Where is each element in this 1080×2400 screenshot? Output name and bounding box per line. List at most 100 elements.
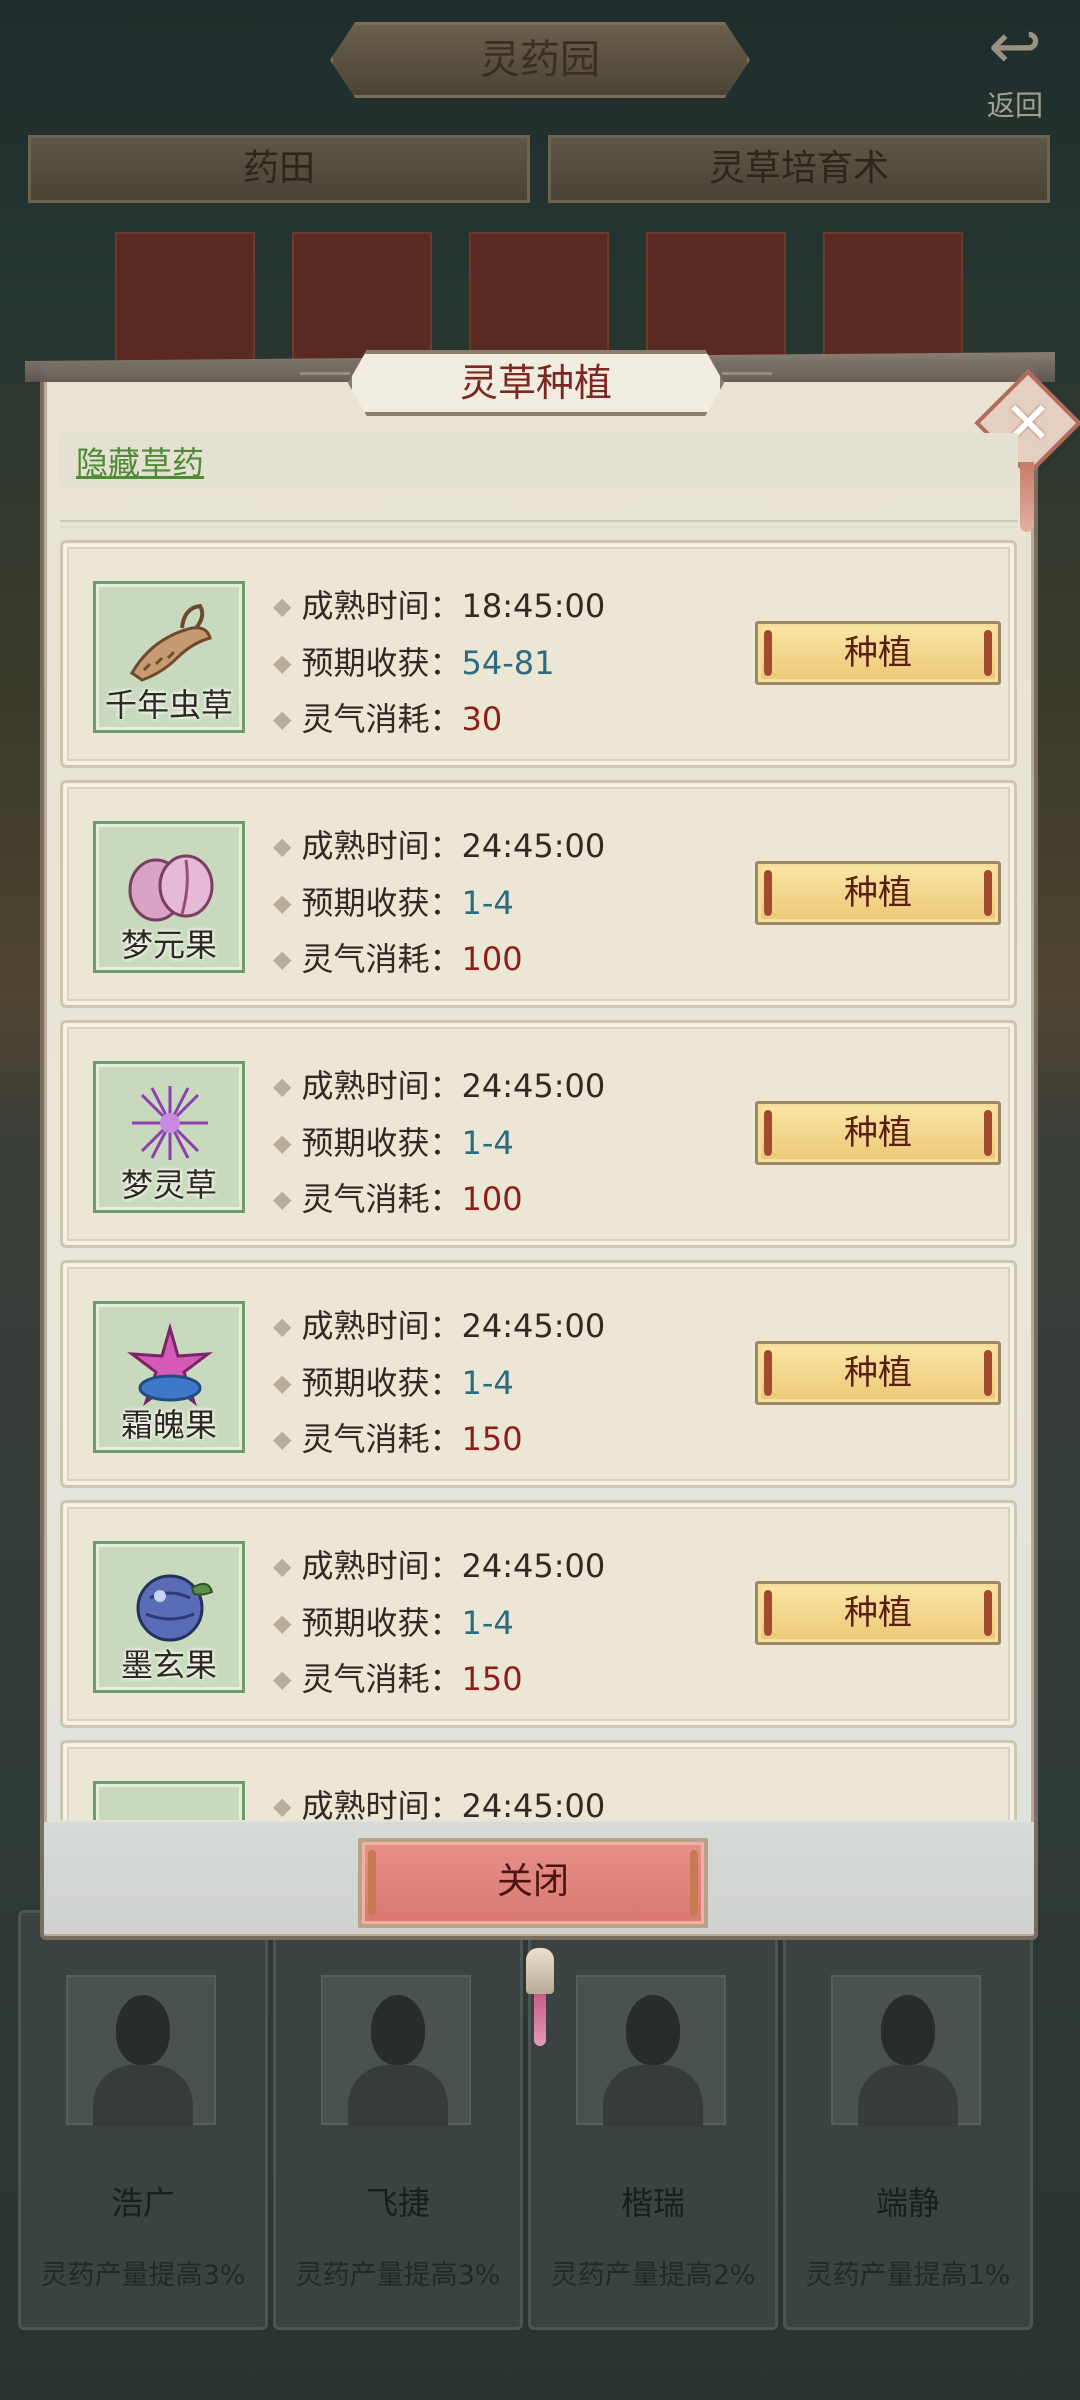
back-label: 返回 [986, 89, 1043, 122]
diamond-bullet-icon: ◆ [273, 1792, 292, 1820]
maturity-time-label: 成熟时间： [301, 1787, 462, 1820]
expected-harvest-value: 1-4 [461, 884, 514, 922]
maturity-time-label: 成熟时间： [301, 827, 462, 865]
qi-cost-value: 100 [461, 940, 523, 978]
back-button[interactable]: ↩ 返回 [960, 10, 1070, 122]
herb-card: 梦元果 ◆ 成熟时间：24:45:00 ◆ 预期收获：1-4 ◆ 灵气消耗：100 种… [60, 780, 1017, 1008]
diamond-bullet-icon: ◆ [273, 649, 292, 677]
qi-cost-row: ◆ 灵气消耗：100 [273, 934, 523, 980]
disciple-buff: 灵药产量提高2% [550, 2260, 756, 2291]
herb-plot[interactable] [292, 232, 432, 362]
diamond-bullet-icon: ◆ [273, 592, 292, 620]
title-ornament-left [300, 372, 350, 392]
maturity-time-label: 成熟时间： [301, 1547, 462, 1585]
maturity-time-value: 24:45:00 [461, 827, 606, 865]
expected-harvest-label: 预期收获： [301, 1364, 462, 1402]
herb-plot[interactable] [823, 232, 963, 362]
maturity-time-row: ◆ 成熟时间：24:45:00 [273, 1541, 605, 1587]
herb-name: 千年虫草 [104, 686, 233, 724]
qi-cost-row: ◆ 灵气消耗：100 [273, 1174, 523, 1220]
herb-name: 墨玄果 [120, 1646, 217, 1684]
plant-button[interactable]: 种植 [755, 621, 1001, 685]
qi-cost-row: ◆ 灵气消耗：30 [273, 694, 502, 740]
back-arrow-icon: ↩ [988, 10, 1042, 84]
plant-button[interactable]: 种植 [755, 1341, 1001, 1405]
expected-harvest-row: ◆ 预期收获：54-81 [273, 638, 554, 684]
disciple-portrait [66, 1975, 216, 2127]
qi-cost-value: 30 [461, 700, 503, 738]
hidden-herbs-link[interactable]: 隐藏草药 [76, 438, 204, 484]
disciple-portrait [576, 1975, 726, 2127]
diamond-bullet-icon: ◆ [273, 1369, 292, 1397]
maturity-time-label: 成熟时间： [301, 587, 462, 625]
disciple-portrait [831, 1975, 981, 2127]
diamond-bullet-icon: ◆ [273, 832, 292, 860]
diamond-bullet-icon: ◆ [273, 1072, 292, 1100]
expected-harvest-label: 预期收获： [301, 884, 462, 922]
disciple-card[interactable]: 飞捷 灵药产量提高3% [273, 1910, 523, 2330]
herb-icon[interactable]: 千年虫草 [93, 581, 245, 733]
maturity-time-value: 24:45:00 [461, 1067, 606, 1105]
herb-icon[interactable]: 墨玄果 [93, 1541, 245, 1693]
diamond-bullet-icon: ◆ [273, 945, 292, 973]
herb-plot[interactable] [646, 232, 786, 362]
qi-cost-row: ◆ 灵气消耗：150 [273, 1414, 523, 1460]
disciple-card[interactable]: 浩广 灵药产量提高3% [18, 1910, 268, 2330]
herb-card: 梦灵草 ◆ 成熟时间：24:45:00 ◆ 预期收获：1-4 ◆ 灵气消耗：100 种… [60, 1020, 1017, 1248]
title-ornament-right [722, 372, 772, 392]
herb-name: 霜魄果 [120, 1406, 217, 1444]
expected-harvest-label: 预期收获： [301, 644, 462, 682]
disciple-card[interactable]: 楷瑞 灵药产量提高2% [528, 1910, 778, 2330]
expected-harvest-value: 54-81 [461, 644, 555, 682]
herb-list[interactable]: 千年虫草 ◆ 成熟时间：18:45:00 ◆ 预期收获：54-81 ◆ 灵气消耗：30… [55, 520, 1023, 1820]
plant-button[interactable]: 种植 [755, 861, 1001, 925]
expected-harvest-value: 1-4 [461, 1364, 514, 1402]
dialog-title: 灵草种植 [348, 350, 724, 416]
plant-button[interactable]: 种植 [755, 1101, 1001, 1165]
tab-herb-field[interactable]: 药田 [28, 135, 530, 203]
herb-plot[interactable] [115, 232, 255, 362]
maturity-time-row: ◆ 成熟时间：24:45:00 [273, 1781, 605, 1820]
herb-name: 梦灵草 [120, 1166, 217, 1204]
herb-icon[interactable]: 霜魄果 [93, 1301, 245, 1453]
tab-herb-cultivation[interactable]: 灵草培育术 [548, 135, 1050, 203]
disciple-name: 楷瑞 [620, 2184, 685, 2222]
diamond-bullet-icon: ◆ [273, 889, 292, 917]
disciple-name: 飞捷 [365, 2184, 430, 2222]
maturity-time-value: 24:45:00 [461, 1547, 606, 1585]
qi-cost-label: 灵气消耗： [301, 1660, 462, 1698]
herb-card: 霜魄果 ◆ 成熟时间：24:45:00 ◆ 预期收获：1-4 ◆ 灵气消耗：150 种… [60, 1260, 1017, 1488]
expected-harvest-row: ◆ 预期收获：1-4 [273, 1598, 514, 1644]
maturity-time-row: ◆ 成熟时间：24:45:00 [273, 1301, 605, 1347]
qi-cost-value: 100 [461, 1180, 523, 1218]
disciple-buff: 灵药产量提高3% [40, 2260, 246, 2291]
plant-button[interactable]: 种植 [755, 1581, 1001, 1645]
herb-card: ◆成熟时间：24:45:00 种植 [60, 1740, 1017, 1820]
disciple-portrait [321, 1975, 471, 2127]
diamond-bullet-icon: ◆ [273, 1425, 292, 1453]
close-button[interactable]: 关闭 [358, 1838, 708, 1928]
disciple-card[interactable]: 端静 灵药产量提高1% [783, 1910, 1033, 2330]
maturity-time-value: 24:45:00 [461, 1307, 606, 1345]
frost-soul-fruit-icon [127, 1322, 213, 1407]
herb-icon[interactable]: 梦灵草 [93, 1061, 245, 1213]
bell-ornament-icon [526, 1948, 554, 1994]
maturity-time-row: ◆ 成熟时间：24:45:00 [273, 821, 605, 867]
herb-plot[interactable] [469, 232, 609, 362]
herb-icon[interactable]: 梦元果 [93, 821, 245, 973]
qi-cost-value: 150 [461, 1660, 523, 1698]
qi-cost-label: 灵气消耗： [301, 940, 462, 978]
expected-harvest-row: ◆ 预期收获：1-4 [273, 878, 514, 924]
herb-card: 墨玄果 ◆ 成熟时间：24:45:00 ◆ 预期收获：1-4 ◆ 灵气消耗：150 种… [60, 1500, 1017, 1728]
dream-fruit-icon [128, 854, 214, 922]
expected-harvest-value: 1-4 [461, 1604, 514, 1642]
diamond-bullet-icon: ◆ [273, 1609, 292, 1637]
ink-mystic-fruit-icon [136, 1574, 214, 1642]
herb-icon[interactable] [93, 1781, 245, 1820]
diamond-bullet-icon: ◆ [273, 1312, 292, 1340]
expected-harvest-label: 预期收获： [301, 1124, 462, 1162]
diamond-bullet-icon: ◆ [273, 1129, 292, 1157]
disciple-name: 浩广 [110, 2184, 175, 2222]
maturity-time-row: ◆ 成熟时间：24:45:00 [273, 1061, 605, 1107]
qi-cost-label: 灵气消耗： [301, 1420, 462, 1458]
